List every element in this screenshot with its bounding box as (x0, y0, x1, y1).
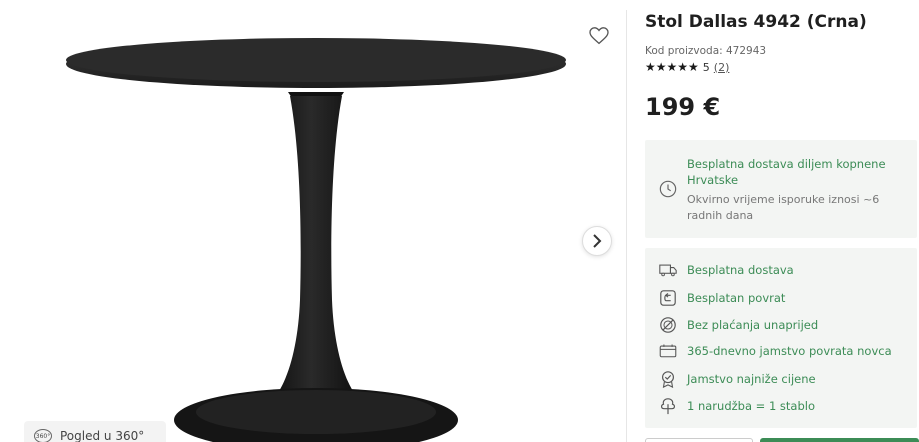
product-title: Stol Dallas 4942 (Crna) (645, 12, 867, 32)
calendar-icon (659, 344, 677, 358)
view-360-button[interactable]: 360° Pogled u 360° (24, 421, 166, 442)
benefit-label: 1 narudžba = 1 stablo (687, 399, 816, 413)
clock-icon (659, 180, 677, 198)
product-table-image (66, 38, 566, 442)
benefits-list: Besplatna dostava Besplatan povrat Bez p… (645, 248, 917, 428)
delivery-title: Besplatna dostava diljem kopnene Hrvatsk… (687, 157, 886, 187)
add-to-cart-button[interactable] (760, 438, 919, 442)
benefit-item: Besplatna dostava (659, 263, 794, 277)
view-360-label: Pogled u 360° (60, 429, 145, 442)
benefit-item: Besplatan povrat (659, 289, 785, 307)
benefit-item: 1 narudžba = 1 stablo (659, 397, 815, 415)
product-gallery: 360° Pogled u 360° (0, 0, 625, 442)
benefit-label: Jamstvo najniže cijene (687, 372, 816, 386)
benefit-label: Besplatan povrat (687, 291, 786, 305)
delivery-subtitle: Okvirno vrijeme isporuke iznosi ~6 radni… (687, 193, 880, 222)
review-count-link[interactable]: (2) (714, 61, 730, 74)
benefit-label: 365-dnevno jamstvo povrata novca (687, 344, 892, 358)
next-image-button[interactable] (582, 226, 612, 256)
product-code: Kod proizvoda: 472943 (645, 45, 767, 57)
secondary-action-button[interactable] (645, 438, 753, 442)
tree-icon (661, 398, 675, 415)
product-price: 199 € (645, 93, 721, 121)
truck-icon (659, 264, 677, 277)
return-icon (660, 290, 676, 306)
rotate-360-icon: 360° (34, 429, 52, 442)
product-info: Stol Dallas 4942 (Crna) Kod proizvoda: 4… (645, 0, 919, 121)
delivery-info-box: Besplatna dostava diljem kopnene Hrvatsk… (645, 140, 917, 238)
badge-icon (662, 371, 674, 388)
wishlist-button[interactable] (586, 24, 612, 48)
star-rating-icon: ★★★★★ (645, 60, 699, 74)
benefit-item: 365-dnevno jamstvo povrata novca (659, 343, 892, 359)
heart-icon (589, 27, 609, 45)
no-payment-icon (660, 317, 676, 333)
rating-value: 5 (702, 60, 710, 74)
chevron-right-icon (593, 234, 602, 248)
product-rating[interactable]: ★★★★★ 5 (2) (645, 60, 919, 74)
benefit-label: Bez plaćanja unaprijed (687, 318, 819, 332)
benefit-item: Bez plaćanja unaprijed (659, 316, 818, 334)
benefit-item: Jamstvo najniže cijene (659, 370, 816, 388)
benefit-label: Besplatna dostava (687, 263, 794, 277)
column-divider (626, 10, 627, 442)
